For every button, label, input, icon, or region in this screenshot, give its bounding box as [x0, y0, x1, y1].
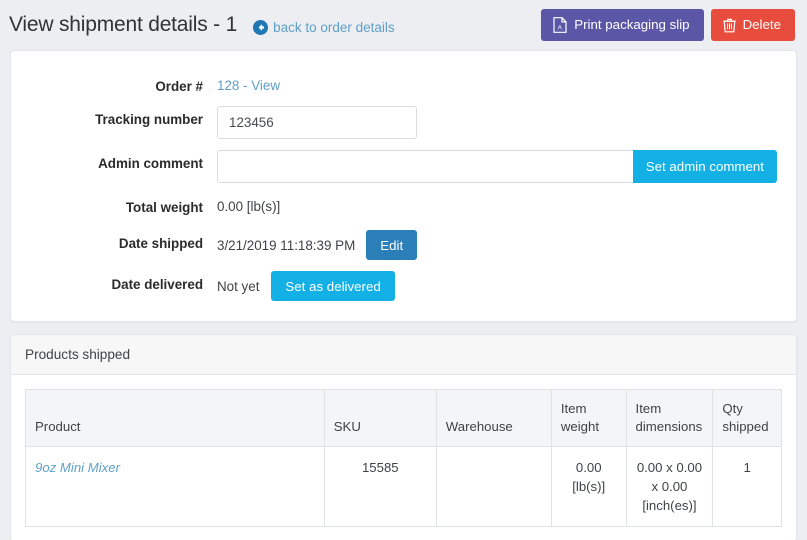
- arrow-circle-left-icon: [253, 19, 269, 35]
- tracking-number-row: Tracking number: [25, 106, 782, 139]
- back-to-order-details-label: back to order details: [273, 19, 395, 35]
- column-header-item-weight: Item weight: [551, 389, 627, 447]
- date-shipped-value: 3/21/2019 11:18:39 PM: [217, 237, 356, 253]
- shipment-details-card: Order # 128 - View Tracking number Admin…: [10, 50, 797, 322]
- order-number-row: Order # 128 - View: [25, 73, 782, 95]
- shipment-details-form: Order # 128 - View Tracking number Admin…: [11, 51, 796, 321]
- delete-button[interactable]: Delete: [710, 9, 795, 41]
- product-name-link[interactable]: 9oz Mini Mixer: [35, 460, 120, 475]
- print-packaging-slip-label: Print packaging slip: [574, 17, 690, 33]
- table-row: 9oz Mini Mixer 15585 0.00 [lb(s)] 0.00 x…: [25, 446, 782, 527]
- column-header-qty-shipped: Qty shipped: [712, 389, 782, 447]
- pdf-file-icon: A: [553, 17, 567, 33]
- products-table-head: Product SKU Warehouse Item weight Item d…: [25, 389, 782, 447]
- tracking-number-input[interactable]: [217, 106, 417, 139]
- column-header-sku: SKU: [324, 389, 437, 447]
- page-header: View shipment details - 1 back to order …: [0, 0, 807, 50]
- admin-comment-label: Admin comment: [98, 156, 203, 171]
- admin-comment-input[interactable]: [217, 150, 633, 183]
- date-delivered-row: Date delivered Not yet Set as delivered: [25, 271, 782, 301]
- cell-sku: 15585: [324, 446, 437, 527]
- header-actions: A Print packaging slip Delete: [541, 9, 795, 41]
- delete-label: Delete: [742, 17, 781, 33]
- total-weight-label: Total weight: [125, 200, 203, 215]
- products-shipped-title: Products shipped: [11, 335, 796, 375]
- set-admin-comment-button[interactable]: Set admin comment: [632, 150, 777, 183]
- date-shipped-label: Date shipped: [118, 236, 203, 251]
- svg-text:A: A: [558, 24, 563, 31]
- print-packaging-slip-button[interactable]: A Print packaging slip: [541, 9, 704, 41]
- cell-item-dimensions: 0.00 x 0.00 x 0.00 [inch(es)]: [626, 446, 714, 527]
- order-number-label: Order #: [155, 79, 203, 94]
- page-title: View shipment details - 1: [9, 13, 238, 36]
- date-delivered-value: Not yet: [217, 278, 260, 294]
- date-shipped-row: Date shipped 3/21/2019 11:18:39 PM Edit: [25, 230, 782, 260]
- back-to-order-details-link[interactable]: back to order details: [253, 19, 395, 35]
- set-as-delivered-button[interactable]: Set as delivered: [271, 271, 395, 301]
- tracking-number-label: Tracking number: [95, 112, 203, 127]
- products-table-wrapper: Product SKU Warehouse Item weight Item d…: [11, 375, 796, 540]
- order-number-link[interactable]: 128 - View: [217, 73, 280, 93]
- column-header-warehouse: Warehouse: [436, 389, 552, 447]
- cell-warehouse: [436, 446, 552, 527]
- admin-comment-row: Admin comment Set admin comment: [25, 150, 782, 183]
- column-header-item-dimensions: Item dimensions: [626, 389, 714, 447]
- edit-date-shipped-button[interactable]: Edit: [366, 230, 418, 260]
- cell-product: 9oz Mini Mixer: [25, 446, 325, 527]
- trash-icon: [722, 18, 736, 33]
- total-weight-row: Total weight 0.00 [lb(s)]: [25, 194, 782, 219]
- total-weight-value: 0.00 [lb(s)]: [217, 199, 281, 214]
- products-table-body: 9oz Mini Mixer 15585 0.00 [lb(s)] 0.00 x…: [25, 446, 782, 527]
- admin-comment-input-group: Set admin comment: [217, 150, 777, 183]
- products-table: Product SKU Warehouse Item weight Item d…: [25, 389, 782, 528]
- table-header-row: Product SKU Warehouse Item weight Item d…: [25, 389, 782, 447]
- column-header-product: Product: [25, 389, 325, 447]
- date-delivered-label: Date delivered: [111, 277, 203, 292]
- cell-qty-shipped: 1: [743, 459, 751, 475]
- products-shipped-card: Products shipped Product SKU Warehouse I…: [10, 334, 797, 540]
- cell-item-weight: 0.00 [lb(s)]: [551, 446, 627, 527]
